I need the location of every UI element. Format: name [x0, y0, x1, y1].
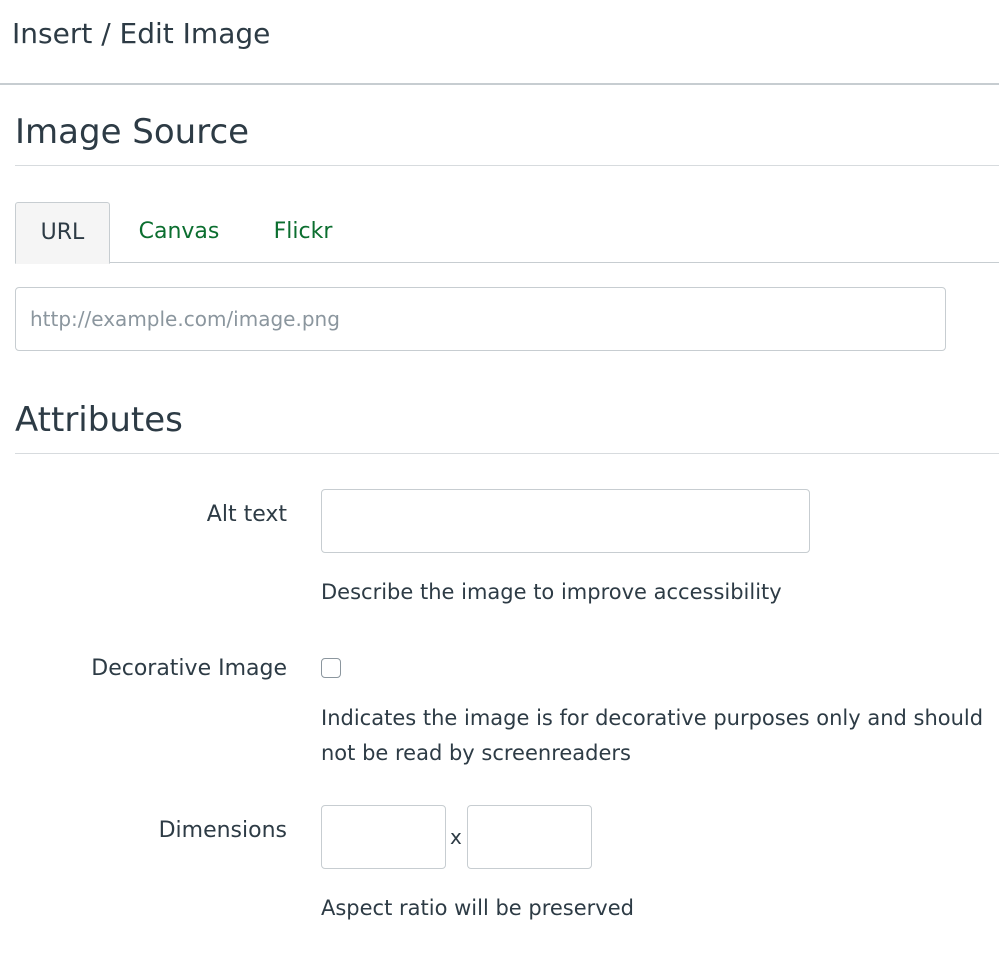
image-source-heading: Image Source [15, 112, 250, 152]
decorative-image-checkbox[interactable] [321, 658, 341, 678]
dialog-title: Insert / Edit Image [12, 17, 271, 50]
decorative-image-label: Decorative Image [91, 656, 287, 681]
image-source-tabs: URL Canvas Flickr [15, 202, 999, 264]
dimensions-separator: x [450, 825, 462, 849]
tabs-baseline [15, 262, 999, 263]
alt-text-input[interactable] [321, 489, 810, 553]
tab-flickr[interactable]: Flickr [259, 202, 347, 262]
alt-text-label: Alt text [206, 502, 287, 527]
dimensions-label: Dimensions [158, 818, 287, 843]
attributes-heading: Attributes [15, 400, 183, 440]
tab-canvas[interactable]: Canvas [127, 202, 231, 262]
tab-url[interactable]: URL [15, 202, 110, 264]
height-input[interactable] [467, 805, 592, 869]
image-url-input[interactable] [15, 287, 946, 351]
alt-text-hint: Describe the image to improve accessibil… [321, 580, 782, 604]
decorative-image-hint: Indicates the image is for decorative pu… [321, 706, 984, 765]
dimensions-hint: Aspect ratio will be preserved [321, 896, 634, 920]
image-source-divider [15, 165, 999, 166]
attributes-divider [15, 453, 999, 454]
width-input[interactable] [321, 805, 446, 869]
title-divider [0, 83, 999, 85]
